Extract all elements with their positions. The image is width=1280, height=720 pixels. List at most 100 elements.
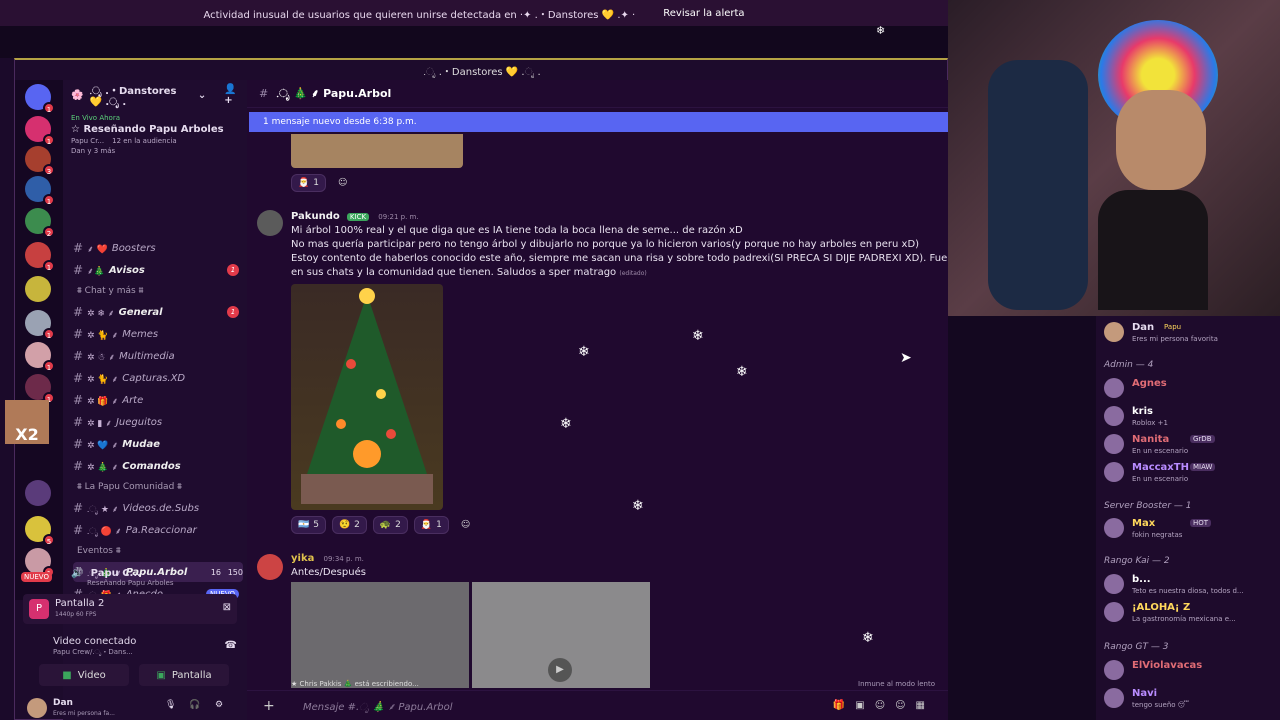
top-spacer [0,26,948,58]
new-messages-bar[interactable]: 1 mensaje nuevo desde 6:38 p.m. [249,112,949,132]
server-icon[interactable]: 1 [25,116,55,146]
channel-name: Boosters [111,242,156,254]
reaction[interactable]: 🎅 1 [291,174,326,192]
message-author[interactable]: yika [291,553,314,564]
hash-icon: # [73,415,84,429]
channel-item[interactable]: # ✲ 🐈 ⸙ Capturas.XD [73,368,243,388]
member-item[interactable]: ¡ALOHA¡ Z La gastronomía mexicana e... [1104,600,1274,628]
reaction[interactable]: 🇦🇷 5 [291,516,326,534]
member-item[interactable]: b... Teto es nuestra diosa, todos d... [1104,572,1274,600]
reaction-count: 2 [395,520,401,530]
avatar [1104,406,1124,426]
message-text: Estoy contento de haberlos conocido este… [291,253,947,264]
member-tag: HOT [1190,519,1212,527]
message-author[interactable]: Pakundo [291,211,340,222]
video-button[interactable]: ■ Video [39,664,129,686]
member-item[interactable]: kris Roblox +1 [1104,404,1274,432]
home-icon[interactable]: 1 [25,84,55,114]
reaction[interactable]: 🎅 1 [413,516,449,534]
member-item[interactable]: ElViolavacas [1104,658,1274,686]
typing-indicator: ★ Chris Pakkis 🎄 está escribiendo... [291,680,419,688]
member-status: En un escenario [1132,447,1189,455]
channel-item[interactable]: # ✲ ☃ ⸙ Multimedia [73,346,243,366]
channel-name: Jueguitos [115,416,163,428]
server-icon[interactable] [25,276,51,302]
avatar[interactable] [257,554,283,580]
screen-icon: P [29,599,49,619]
invite-icon[interactable]: 👤+ [224,84,241,106]
server-icon[interactable]: 1 [25,374,55,404]
stop-stream-icon[interactable]: ⊠ [223,602,231,613]
mic-icon[interactable]: 🎙 [165,700,176,710]
stream-background [948,316,1096,720]
gear-icon[interactable]: ⚙ [215,700,223,710]
member-item[interactable]: Nanita GrDB En un escenario [1104,432,1274,460]
review-alert-link[interactable]: Revisar la alerta [663,8,744,19]
add-reaction-icon[interactable]: ☺ [332,174,353,192]
channel-item[interactable]: # ⸙🎄 Avisos 1 [73,260,243,280]
avatar[interactable] [27,698,47,718]
channel-item[interactable]: # .ೃ ★ ⸙ Videos.de.Subs [73,498,243,518]
disconnect-icon[interactable]: ☎ [225,640,237,651]
before-image[interactable] [291,582,469,688]
user-panel: Dan Eres mi persona fa... 🎙 🎧 ⚙ [25,696,239,720]
hash-icon: # [259,87,269,100]
channel-item[interactable]: # .ೃ 🔴 ⸙ Pa.Reaccionar [73,520,243,540]
server-icon[interactable]: 1 [25,310,55,340]
image-attachment[interactable] [291,134,463,168]
channel-decoration: .ೃ ★ ⸙ [87,504,119,515]
voice-sub: Reseñando Papu Arboles [87,579,174,587]
channel-item[interactable]: # ✲ ❄ ⸙ General 1 [73,302,243,322]
channel-category[interactable]: ⩩ La Papu Comunidad ⩩ [77,482,182,492]
member-item[interactable]: Dan Papu Eres mi persona favorita [1104,320,1274,348]
composer-icons[interactable]: 🎁▣☺☺▦ [833,700,935,711]
play-icon[interactable]: ▶ [548,658,572,682]
headset-icon[interactable]: 🎧 [189,700,200,710]
channel-category[interactable]: ⩩ Chat y más ⩩ [77,286,143,296]
user-name: Dan [53,698,73,708]
reaction[interactable]: 🐢 2 [372,516,408,534]
channel-name: Mudae [122,438,160,450]
server-icon[interactable]: 1 [25,242,55,272]
member-tag: GrDB [1190,435,1215,443]
christmas-tree-image[interactable] [291,284,443,510]
server-icon[interactable] [25,480,51,506]
channel-item[interactable]: # ✲ 🐈 ⸙ Memes [73,324,243,344]
add-attachment-icon[interactable]: + [263,698,275,714]
server-icon[interactable]: 1 [25,342,55,372]
channel-item[interactable]: # ✲ ▮ ⸙ Jueguitos [73,412,243,432]
channel-item[interactable]: # ✲ 🎄 ⸙ Comandos [73,456,243,476]
reaction-count: 5 [313,520,319,530]
live-stage-card[interactable]: En Vivo Ahora ☆ Reseñando Papu Arboles P… [71,114,241,155]
channel-category[interactable]: Eventos ⩩ [77,546,121,556]
message: Pakundo KICK 09:21 p. m. Mi árbol 100% r… [291,210,947,281]
reaction[interactable]: 🤨 2 [331,516,367,534]
member-tag: Papu [1164,323,1182,331]
channel-item[interactable]: # ⸙ ❤️ Boosters [73,238,243,258]
server-icon[interactable]: 1 [25,176,55,206]
after-video[interactable]: ▶ [472,582,650,688]
unread-badge: 1 [227,306,239,318]
server-header[interactable]: 🌸 .ೃ .・Danstores 💛 .ೃ . ⌄ 👤+ [71,84,241,108]
member-item[interactable]: Navi tengo sueño 😴 [1104,686,1274,714]
group-header: Rango Kai — 2 [1104,556,1170,566]
message-input[interactable]: + Mensaje #.ೃ 🎄 ⸙ Papu.Arbol 🎁▣☺☺▦ [247,690,949,720]
avatar [1104,660,1124,680]
avatar [1104,688,1124,708]
member-status: Roblox +1 [1132,419,1168,427]
avatar[interactable] [257,210,283,236]
server-icon[interactable]: 5 [25,516,55,546]
member-item[interactable]: Agnes [1104,376,1274,404]
member-item[interactable]: MaccaxTH MIAW En un escenario [1104,460,1274,488]
server-icon[interactable]: 1 [25,548,55,578]
screen-share-button[interactable]: ▣ Pantalla [139,664,229,686]
voice-channel-live[interactable]: 🔊 Papu C... 16 150 Reseñando Papu Arbole… [71,568,243,594]
channel-item[interactable]: # ✲ 🎁 ⸙ Arte [73,390,243,410]
channel-item[interactable]: # ✲ 💙 ⸙ Mudae [73,434,243,454]
stream-panel[interactable]: P Pantalla 2 1440p 60 FPS ⊠ [23,594,237,624]
hash-icon: # [73,501,84,515]
member-item[interactable]: Max HOT fokin negratas [1104,516,1274,544]
add-reaction-icon[interactable]: ☺ [455,516,476,534]
server-icon[interactable]: 3 [25,146,55,176]
server-icon[interactable]: 2 [25,208,55,238]
